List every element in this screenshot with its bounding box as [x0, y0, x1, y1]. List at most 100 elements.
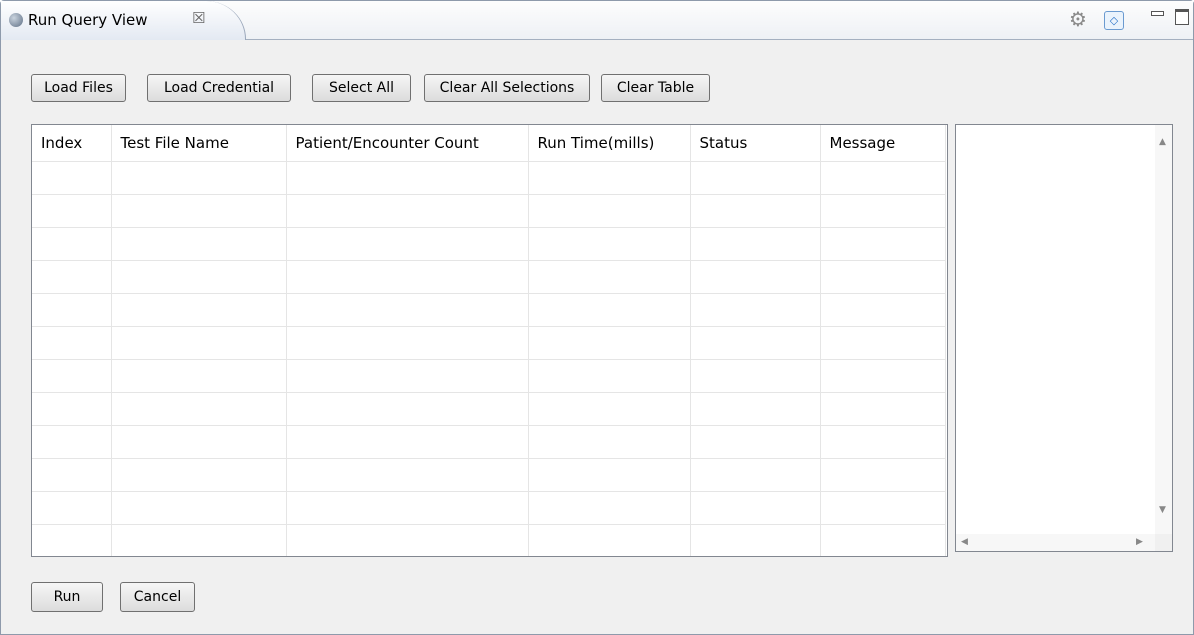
table-row[interactable]: [32, 293, 946, 327]
message-panel[interactable]: ▲ ▼ ◀ ▶: [955, 124, 1173, 552]
table-cell: [528, 458, 691, 492]
table-row[interactable]: [32, 161, 946, 195]
column-header-index[interactable]: Index: [32, 125, 112, 162]
table-cell: [286, 194, 529, 228]
column-header-test-file-name[interactable]: Test File Name: [111, 125, 287, 162]
scroll-down-icon[interactable]: ▼: [1159, 505, 1166, 515]
table-cell: [286, 326, 529, 360]
table-cell: [32, 260, 112, 294]
minimize-icon[interactable]: [1151, 11, 1164, 16]
table-cell: [286, 161, 529, 195]
table-row[interactable]: [32, 491, 946, 525]
table-cell: [690, 359, 821, 393]
table-cell: [286, 458, 529, 492]
table-row[interactable]: [32, 194, 946, 228]
table-cell: [528, 524, 691, 556]
scroll-up-icon[interactable]: ▲: [1159, 137, 1166, 147]
table-cell: [111, 227, 287, 261]
table-row[interactable]: [32, 326, 946, 360]
load-credential-button[interactable]: Load Credential: [147, 74, 291, 102]
nav-icon[interactable]: ◇: [1104, 11, 1124, 30]
table-cell: [111, 260, 287, 294]
table-cell: [111, 524, 287, 556]
table-cell: [820, 425, 946, 459]
view-icon: [9, 13, 23, 27]
table-cell: [690, 293, 821, 327]
table-cell: [528, 425, 691, 459]
gear-icon[interactable]: ⚙: [1069, 9, 1087, 29]
load-files-button[interactable]: Load Files: [31, 74, 126, 102]
table-cell: [820, 293, 946, 327]
column-header-message[interactable]: Message: [820, 125, 946, 162]
horizontal-scrollbar[interactable]: ◀ ▶: [956, 534, 1155, 551]
scroll-left-icon[interactable]: ◀: [961, 537, 968, 547]
table-cell: [528, 227, 691, 261]
close-icon[interactable]: ☒: [192, 9, 205, 27]
table-cell: [528, 491, 691, 525]
table-row[interactable]: [32, 458, 946, 492]
table-cell: [32, 392, 112, 426]
table-cell: [690, 161, 821, 195]
table-header-row: Index Test File Name Patient/Encounter C…: [32, 125, 946, 162]
table-cell: [111, 392, 287, 426]
table-cell: [690, 227, 821, 261]
table-cell: [32, 491, 112, 525]
scroll-right-icon[interactable]: ▶: [1136, 537, 1143, 547]
view-content: Load Files Load Credential Select All Cl…: [1, 40, 1193, 634]
table-cell: [286, 359, 529, 393]
table-cell: [820, 227, 946, 261]
tab-run-query-view[interactable]: Run Query View ☒: [1, 1, 246, 40]
clear-all-selections-button[interactable]: Clear All Selections: [424, 74, 590, 102]
table-row[interactable]: [32, 260, 946, 294]
table-cell: [820, 260, 946, 294]
table-cell: [690, 326, 821, 360]
column-header-run-time[interactable]: Run Time(mills): [528, 125, 691, 162]
table-cell: [820, 392, 946, 426]
tab-title: Run Query View: [28, 11, 148, 29]
view-tab-bar: Run Query View ☒ ⚙ ◇: [1, 1, 1193, 40]
table-cell: [820, 161, 946, 195]
table-cell: [528, 359, 691, 393]
table-cell: [32, 326, 112, 360]
table-row[interactable]: [32, 425, 946, 459]
table-cell: [286, 425, 529, 459]
table-row[interactable]: [32, 392, 946, 426]
cancel-button[interactable]: Cancel: [120, 582, 195, 612]
table-cell: [111, 161, 287, 195]
table-cell: [111, 359, 287, 393]
table-cell: [286, 227, 529, 261]
table-cell: [690, 392, 821, 426]
column-header-patient-encounter-count[interactable]: Patient/Encounter Count: [286, 125, 529, 162]
table-row[interactable]: [32, 359, 946, 393]
maximize-icon[interactable]: [1175, 9, 1189, 25]
table-cell: [690, 260, 821, 294]
table-cell: [820, 524, 946, 556]
table-row[interactable]: [32, 524, 946, 556]
table-cell: [690, 458, 821, 492]
vertical-scrollbar[interactable]: ▲ ▼: [1155, 125, 1172, 534]
scroll-corner: [1155, 534, 1172, 551]
table-cell: [111, 326, 287, 360]
table-row[interactable]: [32, 227, 946, 261]
table-cell: [32, 425, 112, 459]
table-cell: [528, 293, 691, 327]
table-cell: [32, 293, 112, 327]
table-cell: [111, 491, 287, 525]
table-cell: [286, 260, 529, 294]
table-cell: [528, 326, 691, 360]
column-header-status[interactable]: Status: [690, 125, 821, 162]
table-cell: [528, 194, 691, 228]
table-cell: [111, 194, 287, 228]
table-cell: [286, 293, 529, 327]
table-cell: [32, 161, 112, 195]
run-button[interactable]: Run: [31, 582, 103, 612]
select-all-button[interactable]: Select All: [312, 74, 411, 102]
table-cell: [286, 491, 529, 525]
table-cell: [32, 458, 112, 492]
clear-table-button[interactable]: Clear Table: [601, 74, 710, 102]
table-cell: [32, 359, 112, 393]
results-table[interactable]: Index Test File Name Patient/Encounter C…: [31, 124, 948, 557]
table-cell: [528, 260, 691, 294]
table-cell: [32, 194, 112, 228]
table-cell: [820, 491, 946, 525]
